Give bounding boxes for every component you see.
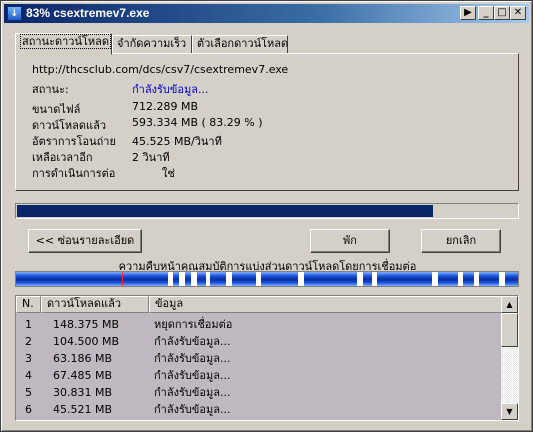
- column-header-downloaded[interactable]: ดาวน์โหลดแล้ว: [41, 296, 149, 313]
- row-downloaded: 30.831 MB: [53, 386, 113, 399]
- table-row[interactable]: 3 63.186 MB กำลังรับข้อมูล...: [16, 350, 502, 367]
- table-row[interactable]: 2 104.500 MB กำลังรับข้อมูล...: [16, 333, 502, 350]
- minimize-button[interactable]: _: [478, 6, 494, 20]
- download-progress-bar: [15, 203, 519, 219]
- segment-marker: [122, 272, 123, 286]
- row-info: กำลังรับข้อมูล...: [154, 335, 231, 348]
- segment-gap: [256, 272, 261, 286]
- segment-gap: [206, 272, 210, 286]
- status-label: สถานะ:: [32, 83, 69, 96]
- tab-speed-limit[interactable]: จำกัดความเร็ว: [112, 35, 192, 54]
- table-row[interactable]: 5 30.831 MB กำลังรับข้อมูล...: [16, 384, 502, 401]
- hide-details-button[interactable]: << ซ่อนรายละเอียด: [28, 229, 142, 253]
- row-info: หยุดการเชื่อมต่อ: [154, 318, 233, 331]
- row-number: 5: [25, 386, 32, 399]
- segment-gap: [357, 272, 363, 286]
- status-panel: http://thcsclub.com/dcs/csv7/csextremev7…: [15, 53, 519, 191]
- row-number: 6: [25, 403, 32, 416]
- downloaded-value: 593.334 MB ( 83.29 % ): [132, 116, 263, 129]
- row-number: 2: [25, 335, 32, 348]
- scroll-up-icon[interactable]: ▲: [501, 296, 518, 313]
- progress-fill: [17, 205, 434, 217]
- row-number: 3: [25, 352, 32, 365]
- segment-gap: [499, 272, 505, 286]
- segment-progress-bar: [15, 271, 519, 287]
- segment-gap: [179, 272, 185, 286]
- cancel-button[interactable]: ยกเลิก: [421, 229, 501, 253]
- list-scrollbar[interactable]: ▲ ▼: [501, 296, 518, 420]
- row-downloaded: 148.375 MB: [53, 318, 120, 331]
- connections-list[interactable]: N. ดาวน์โหลดแล้ว ข้อมูล 1 148.375 MB หยุ…: [15, 295, 519, 421]
- row-downloaded: 67.485 MB: [53, 369, 113, 382]
- status-value: กำลังรับข้อมูล...: [132, 83, 209, 96]
- table-row[interactable]: 1 148.375 MB หยุดการเชื่อมต่อ: [16, 316, 502, 333]
- row-downloaded: 63.186 MB: [53, 352, 113, 365]
- download-window: ↓ 83% csextremev7.exe ▶ _ □ ✕ สถานะดาวน์…: [0, 0, 533, 432]
- table-row[interactable]: 6 45.521 MB กำลังรับข้อมูล...: [16, 401, 502, 418]
- resume-label: การดำเนินการต่อ: [32, 167, 116, 180]
- title-bar[interactable]: ↓ 83% csextremev7.exe ▶ _ □ ✕: [4, 4, 529, 23]
- segment-gap: [458, 272, 463, 286]
- row-info: กำลังรับข้อมูล...: [154, 352, 231, 365]
- row-number: 1: [25, 318, 32, 331]
- table-row[interactable]: 4 67.485 MB กำลังรับข้อมูล...: [16, 367, 502, 384]
- file-size-value: 712.289 MB: [132, 100, 199, 113]
- tab-download-status[interactable]: สถานะดาวน์โหลด: [15, 33, 112, 55]
- row-downloaded: 104.500 MB: [53, 335, 120, 348]
- download-app-icon: ↓: [7, 6, 22, 21]
- window-title: 83% csextremev7.exe: [26, 6, 150, 20]
- row-info: กำลังรับข้อมูล...: [154, 403, 231, 416]
- segment-gap: [168, 272, 173, 286]
- row-info: กำลังรับข้อมูล...: [154, 386, 231, 399]
- resume-value: ใช่: [162, 167, 175, 180]
- column-header-info[interactable]: ข้อมูล: [149, 296, 502, 313]
- play-button[interactable]: ▶: [460, 6, 476, 20]
- row-number: 4: [25, 369, 32, 382]
- list-header: N. ดาวน์โหลดแล้ว ข้อมูล: [16, 296, 502, 313]
- row-info: กำลังรับข้อมูล...: [154, 369, 231, 382]
- close-button[interactable]: ✕: [510, 6, 526, 20]
- row-downloaded: 45.521 MB: [53, 403, 113, 416]
- tab-label: ตัวเลือกดาวน์โหลด: [197, 37, 289, 50]
- maximize-button[interactable]: □: [494, 6, 510, 20]
- segment-gap: [226, 272, 232, 286]
- scroll-down-icon[interactable]: ▼: [501, 403, 518, 420]
- tab-download-options[interactable]: ตัวเลือกดาวน์โหลด: [192, 35, 288, 54]
- pause-button[interactable]: พัก: [310, 229, 390, 253]
- scroll-thumb[interactable]: [501, 313, 518, 347]
- segment-gap: [474, 272, 479, 286]
- tab-label: สถานะดาวน์โหลด: [20, 34, 112, 49]
- segment-gap: [432, 272, 438, 286]
- download-url: http://thcsclub.com/dcs/csv7/csextremev7…: [32, 63, 289, 76]
- segment-gap: [298, 272, 304, 286]
- tab-label: จำกัดความเร็ว: [117, 37, 187, 50]
- segment-gap: [372, 272, 377, 286]
- segment-gap: [191, 272, 197, 286]
- column-header-number[interactable]: N.: [16, 296, 41, 313]
